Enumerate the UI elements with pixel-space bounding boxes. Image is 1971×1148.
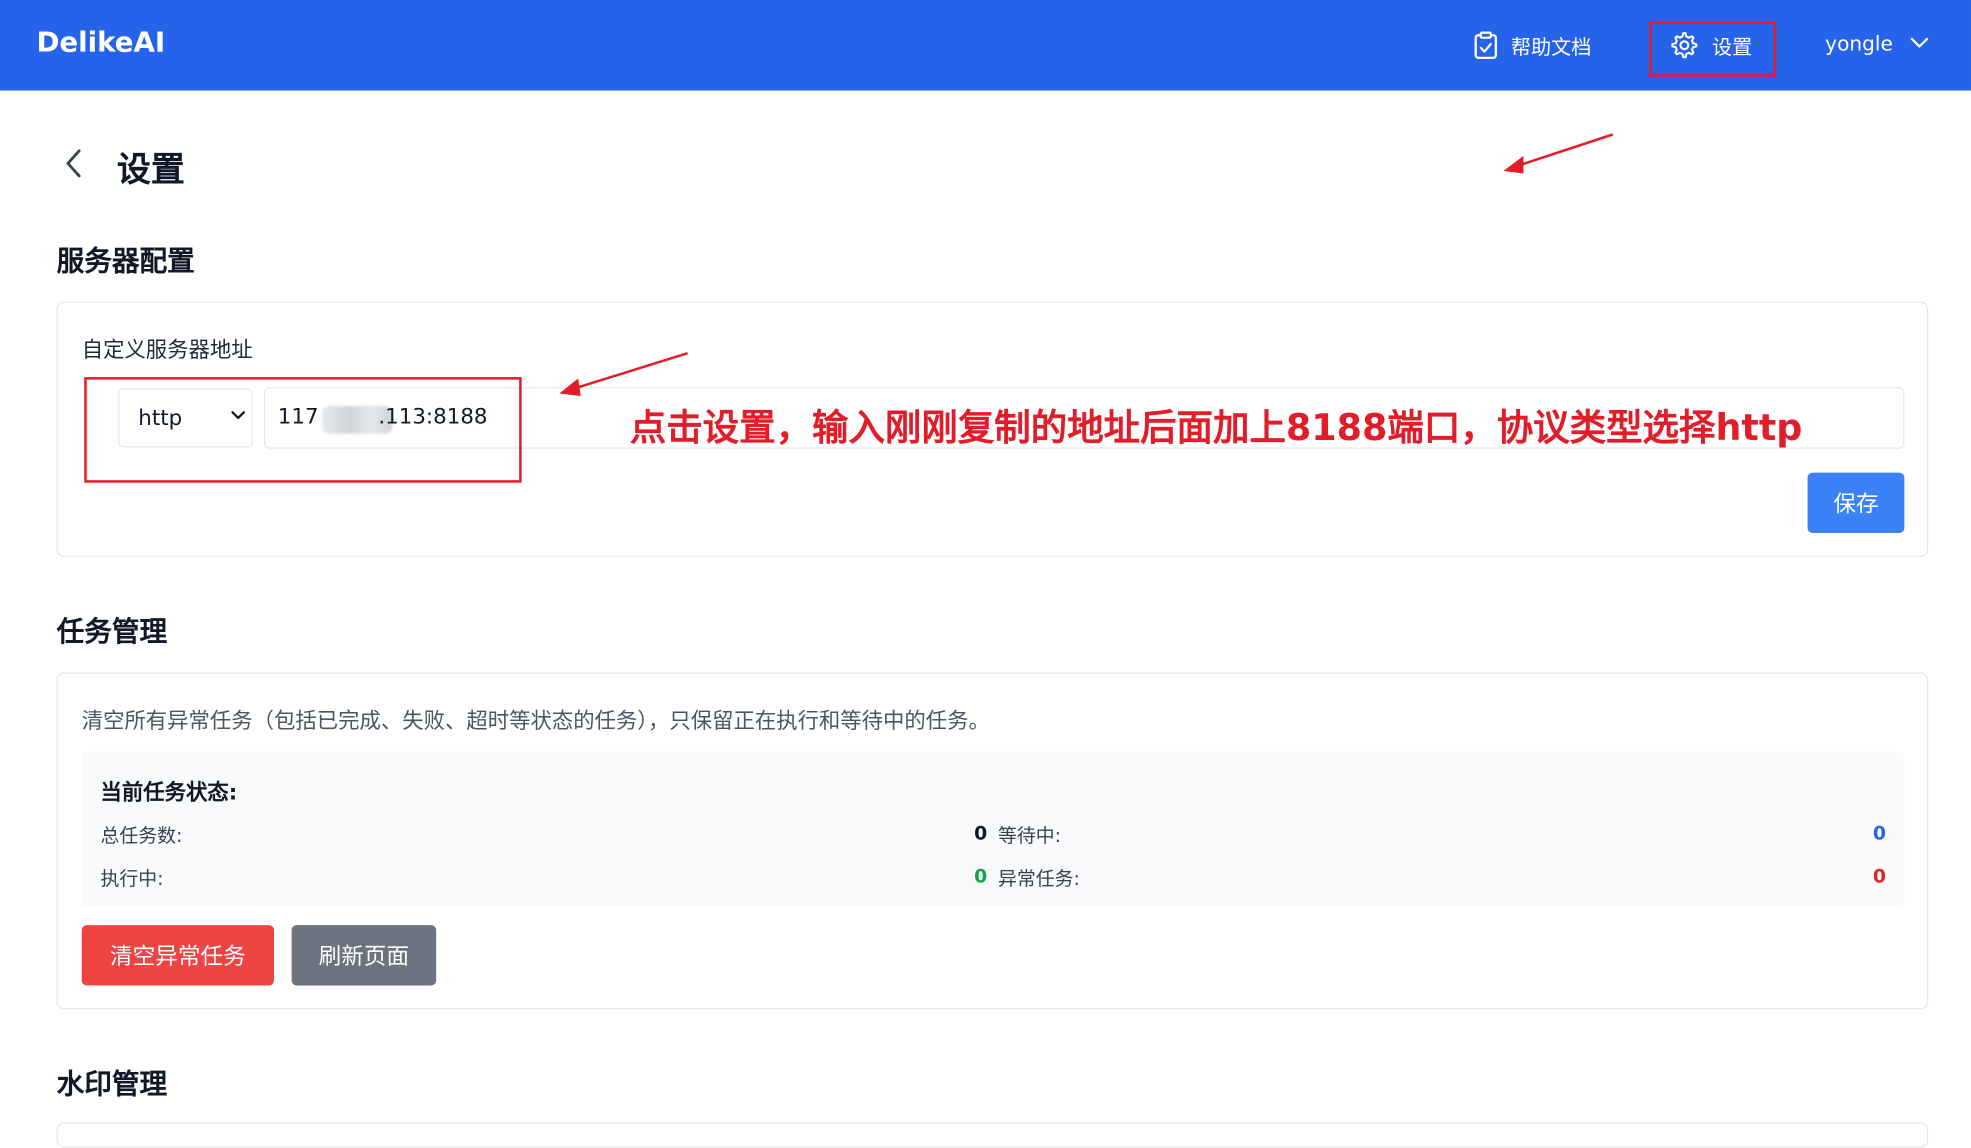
- annotation-arrows: [559, 133, 1614, 396]
- settings-page: DelikeAI 帮助文档 设置 yongle 设置 服务器配置 自定义服务器地…: [0, 0, 1971, 1148]
- arrow-to-address: [559, 352, 688, 396]
- arrow-to-settings: [1503, 133, 1614, 174]
